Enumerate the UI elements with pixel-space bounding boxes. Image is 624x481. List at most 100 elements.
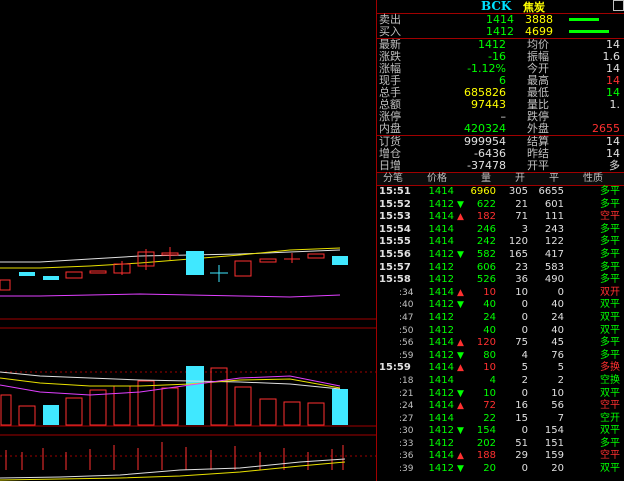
- tick-nature: 多平: [600, 198, 620, 210]
- tick-price: 1412: [428, 261, 454, 273]
- table-row[interactable]: :34 1414 ▲ 10 10 0 双开: [377, 287, 624, 300]
- tick-time: :33: [399, 438, 414, 449]
- tick-open: 0: [521, 463, 528, 475]
- ticks-header-volume: 量: [481, 173, 491, 184]
- table-row[interactable]: 15:59 1414 ▲ 10 5 5 多换: [377, 362, 624, 375]
- table-row[interactable]: :50 1412 40 0 40 双平: [377, 325, 624, 338]
- table-row[interactable]: :36 1414 ▲ 188 29 159 空平: [377, 450, 624, 463]
- tick-close: 6655: [538, 186, 564, 197]
- arrow-up-icon: ▲: [457, 212, 464, 223]
- volume-bar: [18, 405, 36, 426]
- tick-open: 0: [521, 299, 528, 311]
- tick-volume: 24: [483, 311, 496, 323]
- tick-open: 10: [515, 286, 528, 298]
- tick-price: 1414: [428, 412, 454, 424]
- tick-close: 583: [544, 261, 564, 273]
- table-row[interactable]: 15:56 1412 ▼ 582 165 417 多平: [377, 249, 624, 262]
- arrow-down-icon: ▼: [457, 388, 464, 399]
- table-row[interactable]: 15:52 1412 ▼ 622 21 601 多平: [377, 199, 624, 212]
- tick-time: 15:56: [379, 248, 411, 260]
- table-row[interactable]: :30 1412 ▼ 154 0 154 双平: [377, 425, 624, 438]
- tick-price: 1412: [428, 311, 454, 323]
- tick-nature: 多平: [600, 437, 620, 449]
- quote-panel: BCK 焦炭 卖出 1414 3888 买入 1412 4699 最新 1412 均…: [376, 0, 624, 481]
- table-row[interactable]: :40 1412 ▼ 40 0 40 双平: [377, 299, 624, 312]
- table-row[interactable]: 15:54 1414 246 3 243 多平: [377, 224, 624, 237]
- tick-volume: 242: [476, 236, 496, 248]
- table-row[interactable]: 15:53 1414 ▲ 182 71 111 空平: [377, 211, 624, 224]
- tick-close: 2: [557, 374, 564, 386]
- tick-time: :34: [399, 287, 414, 298]
- tick-volume: 526: [476, 274, 496, 286]
- table-row[interactable]: :47 1412 24 0 24 双平: [377, 312, 624, 325]
- tick-volume: 80: [483, 349, 496, 361]
- tick-volume: 20: [483, 463, 496, 475]
- table-row[interactable]: :27 1414 22 15 7 空开: [377, 413, 624, 426]
- table-row[interactable]: :33 1412 202 51 151 多平: [377, 438, 624, 451]
- table-row[interactable]: :56 1414 ▲ 120 75 45 多平: [377, 337, 624, 350]
- tick-time: :56: [399, 338, 414, 349]
- tick-open: 305: [508, 186, 528, 197]
- volume-bar: [186, 366, 204, 425]
- tick-nature: 多平: [600, 274, 620, 286]
- candle: [332, 256, 348, 265]
- ticks-header: 分笔 价格 量 开 平 性质: [377, 173, 624, 186]
- tick-volume: 246: [476, 223, 496, 235]
- tick-price: 1414: [428, 400, 454, 412]
- tick-close: 154: [544, 425, 564, 437]
- volume-bar: [43, 405, 59, 425]
- table-row[interactable]: :59 1412 ▼ 80 4 76 多平: [377, 350, 624, 363]
- table-row[interactable]: :21 1412 ▼ 10 0 10 双平: [377, 388, 624, 401]
- tick-time: 15:53: [379, 211, 411, 223]
- tick-list[interactable]: 15:51 1414 6960 305 6655 多平 15:52 1412 ▼ 622 21 601…: [377, 186, 624, 476]
- candle: [19, 272, 35, 276]
- tick-close: 56: [551, 400, 564, 412]
- tick-price: 1412: [428, 198, 454, 210]
- tick-open: 0: [521, 425, 528, 437]
- quote-value-2: 1.: [609, 98, 621, 111]
- panel-toggle-icon[interactable]: [613, 0, 624, 11]
- sell-volume-bar: [569, 18, 599, 21]
- tick-close: 76: [551, 349, 564, 361]
- tick-price: 1412: [428, 299, 454, 311]
- quote-label-2: 外盘: [527, 122, 549, 135]
- table-row[interactable]: 15:58 1412 526 36 490 多平: [377, 274, 624, 287]
- tick-open: 16: [515, 400, 528, 412]
- tick-price: 1412: [428, 248, 454, 260]
- quote-value-2: 多: [609, 159, 620, 172]
- candle: [0, 279, 11, 291]
- kline-chart[interactable]: [0, 0, 376, 481]
- volume-bar: [283, 401, 301, 426]
- volume-bar: [259, 398, 277, 426]
- contract-code: BCK: [481, 0, 512, 13]
- table-row[interactable]: :39 1412 ▼ 20 0 20 双平: [377, 463, 624, 476]
- kline-chart-area[interactable]: [0, 0, 376, 481]
- table-row[interactable]: 15:51 1414 6960 305 6655 多平: [377, 186, 624, 199]
- tick-price: 1412: [428, 463, 454, 475]
- tick-time: 15:57: [379, 261, 411, 273]
- tick-volume: 182: [476, 211, 496, 223]
- tick-open: 165: [508, 248, 528, 260]
- tick-open: 4: [521, 349, 528, 361]
- tick-volume: 582: [476, 248, 496, 260]
- tick-open: 29: [515, 450, 528, 462]
- table-row[interactable]: 15:57 1412 606 23 583 多平: [377, 262, 624, 275]
- tick-volume: 188: [476, 450, 496, 462]
- tick-volume: 120: [476, 337, 496, 349]
- table-row[interactable]: :24 1414 ▲ 72 16 56 空平: [377, 400, 624, 413]
- tick-time: :21: [399, 388, 414, 399]
- tick-open: 3: [521, 223, 528, 235]
- tick-nature: 双平: [600, 299, 620, 311]
- tick-volume: 40: [483, 324, 496, 336]
- tick-close: 490: [544, 274, 564, 286]
- tick-price: 1412: [428, 349, 454, 361]
- tick-price: 1414: [428, 337, 454, 349]
- table-row[interactable]: :18 1414 4 2 2 空换: [377, 375, 624, 388]
- volume-ma-yellow: [0, 377, 341, 389]
- volume-bar: [307, 402, 325, 426]
- tick-nature: 双平: [600, 463, 620, 475]
- table-row[interactable]: 15:55 1414 242 120 122 多平: [377, 236, 624, 249]
- tick-open: 2: [521, 374, 528, 386]
- tick-nature: 双平: [600, 311, 620, 323]
- tick-nature: 空开: [600, 412, 620, 424]
